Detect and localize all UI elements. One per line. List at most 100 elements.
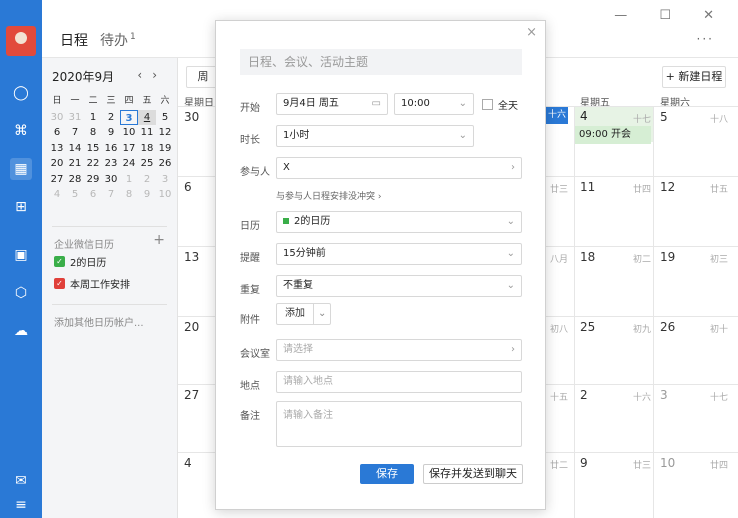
mini-day[interactable]: 8 [84, 125, 102, 141]
mini-day[interactable]: 2 [138, 172, 156, 188]
org-icon[interactable]: ⌘ [10, 120, 32, 142]
day-number[interactable]: 25 [580, 320, 595, 334]
mini-day[interactable]: 10 [156, 187, 174, 203]
prev-month-button[interactable]: ‹ [137, 68, 152, 82]
mini-day[interactable]: 28 [66, 172, 84, 188]
mini-day[interactable]: 4 [138, 109, 156, 125]
mini-day[interactable]: 31 [66, 110, 84, 126]
start-date-picker[interactable]: 9月4日 周五 ▭ [276, 93, 388, 115]
mini-day[interactable]: 27 [48, 172, 66, 188]
note-textarea[interactable]: 请输入备注 [276, 401, 522, 447]
checkbox-icon[interactable]: ✓ [54, 256, 65, 267]
repeat-select[interactable]: 不重复 ⌄ [276, 275, 522, 297]
day-number[interactable]: 30 [184, 110, 199, 124]
conflict-hint[interactable]: 与参与人日程安排没冲突 › [276, 189, 381, 202]
mini-day[interactable]: 25 [138, 156, 156, 172]
save-and-send-button[interactable]: 保存并发送到聊天 [423, 464, 523, 484]
more-icon[interactable]: ··· [697, 32, 714, 46]
allday-checkbox[interactable]: 全天 [482, 97, 518, 112]
day-number[interactable]: 10 [660, 456, 675, 470]
mini-day[interactable]: 8 [120, 187, 138, 203]
location-input[interactable]: 请输入地点 [276, 371, 522, 393]
day-number[interactable]: 11 [580, 180, 595, 194]
mini-day[interactable]: 14 [66, 141, 84, 157]
mini-day[interactable]: 20 [48, 156, 66, 172]
doc-icon[interactable]: ▣ [10, 244, 32, 266]
mini-day[interactable]: 30 [102, 172, 120, 188]
day-number[interactable]: 12 [660, 180, 675, 194]
mini-day[interactable]: 3 [120, 109, 138, 125]
avatar[interactable] [6, 26, 36, 56]
add-account-link[interactable]: 添加其他日历帐户... [54, 314, 144, 329]
mini-day[interactable]: 21 [66, 156, 84, 172]
mini-day[interactable]: 3 [156, 172, 174, 188]
mini-day[interactable]: 5 [66, 187, 84, 203]
day-number[interactable]: 6 [184, 180, 192, 194]
mini-day[interactable]: 2 [102, 110, 120, 126]
day-number[interactable]: 20 [184, 320, 199, 334]
mini-day[interactable]: 24 [120, 156, 138, 172]
room-select[interactable]: 请选择 › [276, 339, 522, 361]
mini-day[interactable]: 4 [48, 187, 66, 203]
mini-day[interactable]: 16 [102, 141, 120, 157]
reminder-select[interactable]: 15分钟前 ⌄ [276, 243, 522, 265]
day-number[interactable]: 19 [660, 250, 675, 264]
day-number[interactable]: 26 [660, 320, 675, 334]
mini-day[interactable]: 19 [156, 141, 174, 157]
mini-day[interactable]: 6 [84, 187, 102, 203]
mini-day[interactable]: 1 [120, 172, 138, 188]
attendees-field[interactable]: X › [276, 157, 522, 179]
mini-day[interactable]: 6 [48, 125, 66, 141]
mini-day[interactable]: 18 [138, 141, 156, 157]
day-number[interactable]: 2 [580, 388, 588, 402]
apps-icon[interactable]: ⊞ [10, 196, 32, 218]
mail-icon[interactable]: ✉ [10, 470, 32, 492]
mini-day[interactable]: 12 [156, 125, 174, 141]
day-number[interactable]: 5 [660, 110, 668, 124]
attach-button[interactable]: 添加 ⌄ [276, 303, 332, 325]
mini-day[interactable]: 26 [156, 156, 174, 172]
checkbox-icon[interactable]: ✓ [54, 278, 65, 289]
cloud-icon[interactable]: ☁ [10, 320, 32, 342]
calendar-item-weekly[interactable]: ✓ 本周工作安排 [54, 276, 130, 291]
workbench-icon[interactable]: ⬡ [10, 282, 32, 304]
event-item[interactable]: 09:00 开会 [575, 126, 651, 144]
calendar-select[interactable]: 2的日历 ⌄ [276, 211, 522, 233]
save-button[interactable]: 保存 [360, 464, 414, 484]
mini-day[interactable]: 13 [48, 141, 66, 157]
mini-day[interactable]: 1 [84, 110, 102, 126]
day-number[interactable]: 9 [580, 456, 588, 470]
mini-day[interactable]: 11 [138, 125, 156, 141]
day-number[interactable]: 4 [184, 456, 192, 470]
mini-day[interactable]: 22 [84, 156, 102, 172]
tab-todo[interactable]: 待办 1 [100, 30, 136, 50]
chat-icon[interactable]: ◯ [10, 82, 32, 104]
event-title-input[interactable]: 日程、会议、活动主题 [240, 49, 522, 75]
mini-day[interactable]: 23 [102, 156, 120, 172]
calendar-icon[interactable]: ▦ [10, 158, 32, 180]
new-event-button[interactable]: + 新建日程 [662, 66, 726, 88]
day-number[interactable]: 18 [580, 250, 595, 264]
calendar-item-mine[interactable]: ✓ 2的日历 [54, 254, 106, 269]
close-icon[interactable]: × [526, 25, 537, 40]
day-number[interactable]: 3 [660, 388, 668, 402]
mini-day[interactable]: 5 [156, 110, 174, 126]
day-number[interactable]: 27 [184, 388, 199, 402]
mini-day[interactable]: 30 [48, 110, 66, 126]
mini-day[interactable]: 9 [102, 125, 120, 141]
today-day-number[interactable]: 4 [580, 109, 588, 123]
mini-day[interactable]: 15 [84, 141, 102, 157]
duration-select[interactable]: 1小时 ⌄ [276, 125, 474, 147]
mini-day[interactable]: 29 [84, 172, 102, 188]
mini-day[interactable]: 7 [66, 125, 84, 141]
chevron-down-icon[interactable]: ⌄ [313, 304, 330, 324]
window-controls[interactable]: — ☐ ✕ [614, 8, 728, 23]
mini-day[interactable]: 10 [120, 125, 138, 141]
tab-schedule[interactable]: 日程 [60, 30, 88, 50]
start-time-select[interactable]: 10:00 ⌄ [394, 93, 474, 115]
next-month-button[interactable]: › [152, 68, 167, 82]
menu-icon[interactable]: ≡ [10, 494, 32, 516]
mini-day[interactable]: 17 [120, 141, 138, 157]
mini-day[interactable]: 7 [102, 187, 120, 203]
add-calendar-button[interactable]: + [153, 232, 165, 248]
